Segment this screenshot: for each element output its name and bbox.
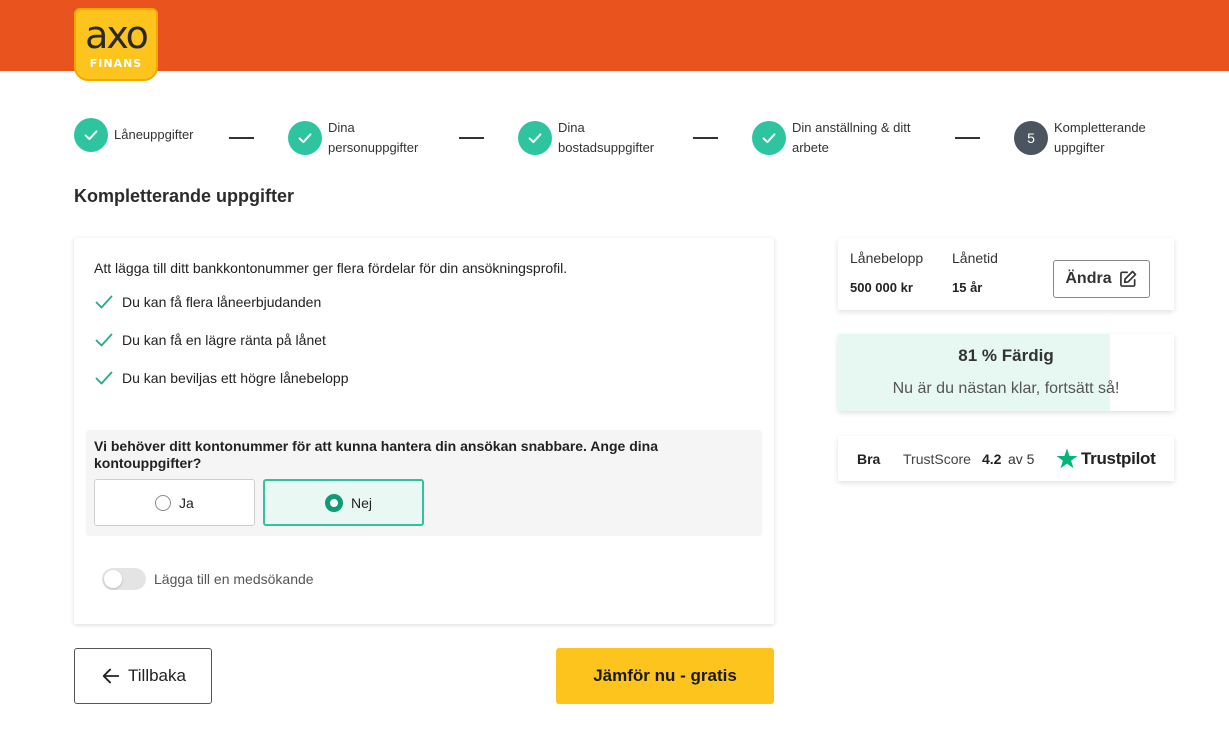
benefit-item: Du kan få en lägre ränta på lånet [94, 330, 326, 350]
loan-amount-label: Lånebelopp [850, 250, 924, 266]
co-applicant-label: Lägga till en medsökande [154, 571, 314, 587]
account-info-card: Att lägga till ditt bankkontonummer ger … [74, 238, 774, 624]
trustpilot-widget[interactable]: Bra TrustScore 4.2 av 5 Trustpilot [838, 436, 1174, 481]
trustpilot-brand-text: Trustpilot [1081, 448, 1156, 468]
account-question: Vi behöver ditt kontonummer för att kunn… [94, 438, 658, 471]
loan-term-value: 15 år [952, 280, 983, 295]
trust-score-value: 4.2 [982, 450, 1002, 467]
step-separator [459, 137, 484, 139]
arrow-left-icon [102, 668, 120, 684]
trust-score-suffix: av 5 [1008, 450, 1035, 467]
co-applicant-row: Lägga till en medsökande [102, 568, 314, 590]
edit-icon [1119, 270, 1136, 287]
checkmark-icon [95, 295, 113, 309]
step-supplementary: 5 Kompletterande uppgifter [1014, 118, 1146, 158]
step-label: Kompletterande uppgifter [1054, 120, 1146, 155]
step-loan-details: Låneuppgifter [74, 118, 194, 152]
option-label: Ja [179, 494, 194, 511]
edit-loan-button[interactable]: Ändra [1053, 260, 1150, 298]
loan-summary-card: Lånebelopp 500 000 kr Lånetid 15 år Ändr… [838, 238, 1174, 310]
intro-text: Att lägga till ditt bankkontonummer ger … [94, 260, 568, 276]
checkmark-icon [95, 371, 113, 385]
step-separator [693, 137, 718, 139]
check-icon [518, 121, 552, 155]
step-number-badge: 5 [1014, 121, 1048, 155]
step-label: Låneuppgifter [114, 127, 194, 142]
trust-score-label: TrustScore [903, 450, 971, 467]
step-separator [229, 137, 254, 139]
benefit-item: Du kan få flera låneerbjudanden [94, 292, 321, 312]
step-separator [955, 137, 980, 139]
compare-free-button[interactable]: Jämför nu - gratis [556, 648, 774, 704]
check-icon [288, 121, 322, 155]
trustpilot-star-icon [1056, 448, 1078, 468]
progress-card: 81 % Färdig Nu är du nästan klar, fortsä… [838, 334, 1174, 411]
back-button[interactable]: Tillbaka [74, 648, 212, 704]
step-label: Dina bostadsuppgifter [558, 120, 655, 155]
benefit-text: Du kan få en lägre ränta på lånet [122, 332, 326, 348]
option-no[interactable]: Nej [263, 479, 424, 526]
step-housing-details: Dina bostadsuppgifter [518, 118, 654, 158]
trustpilot-logo: Trustpilot [1055, 447, 1156, 471]
benefit-item: Du kan beviljas ett högre lånebelopp [94, 368, 349, 388]
loan-term-label: Lånetid [952, 250, 998, 266]
edit-button-label: Ändra [1065, 270, 1112, 287]
radio-unselected[interactable] [155, 494, 171, 511]
benefit-text: Du kan beviljas ett högre lånebelopp [122, 370, 349, 386]
account-question-box: Vi behöver ditt kontonummer för att kunn… [86, 430, 762, 536]
loan-amount-value: 500 000 kr [850, 280, 913, 295]
trust-rating-word: Bra [857, 450, 881, 467]
page-title: Kompletterande uppgifter [74, 186, 295, 206]
check-icon [752, 121, 786, 155]
back-button-label: Tillbaka [128, 666, 186, 685]
radio-selected[interactable] [325, 493, 343, 512]
toggle-knob [104, 570, 122, 588]
benefit-text: Du kan få flera låneerbjudanden [122, 294, 322, 310]
option-yes[interactable]: Ja [94, 479, 255, 526]
check-icon [74, 118, 108, 152]
checkmark-icon [95, 333, 113, 347]
logo-text: axo [85, 13, 149, 57]
logo-subtext: FINANS [89, 57, 143, 70]
step-label: Dina personuppgifter [328, 120, 419, 155]
co-applicant-toggle[interactable] [102, 568, 146, 590]
step-employment: Din anställning & ditt arbete [752, 118, 911, 158]
option-label: Nej [351, 494, 373, 511]
progress-title: 81 % Färdig [958, 346, 1054, 365]
step-label: Din anställning & ditt arbete [792, 120, 911, 155]
top-header-bar [0, 0, 1229, 71]
axo-finans-logo[interactable]: axo FINANS [74, 8, 158, 81]
progress-subtitle: Nu är du nästan klar, fortsätt så! [892, 380, 1120, 397]
step-personal-details: Dina personuppgifter [288, 118, 418, 158]
